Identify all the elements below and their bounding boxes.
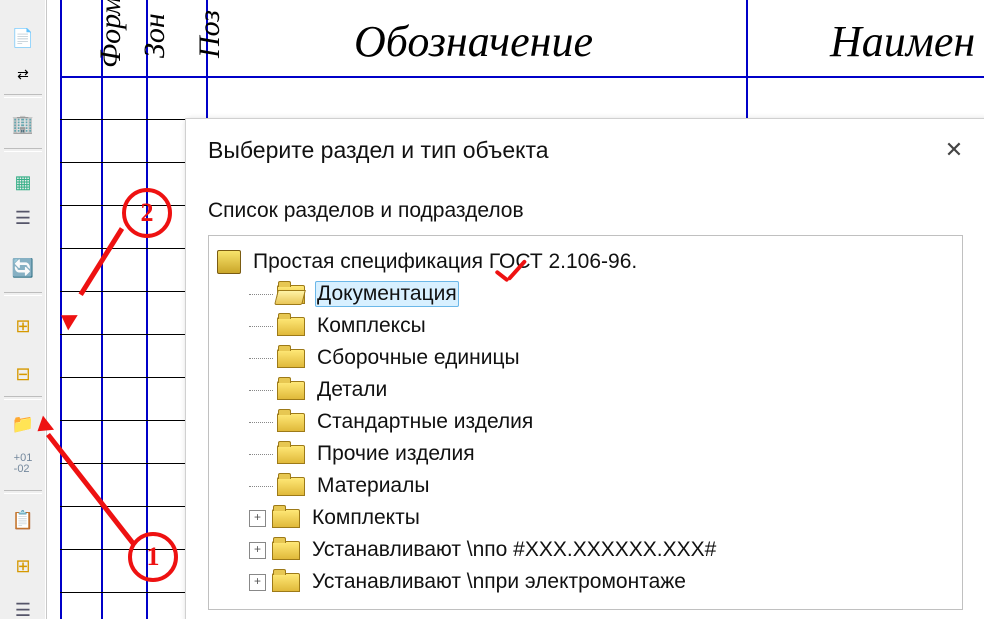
tree-item-label: Материалы [315,473,431,499]
hdr-designation: Обозначение [354,16,593,67]
hdr-zone: Зон [138,13,172,58]
tree-item[interactable]: + Устанавливают \nпо #XXX.XXXXXX.XXX# [217,534,954,566]
tool-addrow-icon[interactable]: ⊞ [6,312,40,340]
tool-grid2-icon[interactable]: ⊞ [6,552,40,580]
select-section-dialog: Выберите раздел и тип объекта ✕ Список р… [185,118,984,619]
tool-num-icon[interactable]: +01-02 [6,450,40,478]
tool-rows-icon[interactable]: ☰ [6,204,40,232]
tree-item-label: Стандартные изделия [315,409,535,435]
close-icon[interactable]: ✕ [937,133,971,167]
folder-icon [272,573,300,592]
hdr-position: Поз [193,10,227,58]
tree-item[interactable]: Прочие изделия [217,438,954,470]
row-line [60,76,984,78]
tree-item[interactable]: Стандартные изделия [217,406,954,438]
tree-root-label: Простая спецификация ГОСТ 2.106-96. [251,249,639,275]
tool-addcol-icon[interactable]: ⊟ [6,360,40,388]
tree-item[interactable]: + Устанавливают \nпри электромонтаже [217,566,954,598]
folder-icon [277,349,305,368]
tree-item-label: Документация [315,281,459,307]
toolbar-separator [4,490,42,494]
toolbar-separator [4,94,42,98]
folder-icon [277,317,305,336]
tool-doc-icon[interactable]: 📄 [6,24,40,52]
tree-item-label: Комплекты [310,505,422,531]
folder-icon [272,541,300,560]
folder-icon [272,509,300,528]
vertical-toolbar: 📄 ⇄ 🏢 ▦ ☰ 🔄 ⊞ ⊟ 📁 +01-02 📋 ⊞ ☰ [0,0,47,619]
toolbar-separator [4,396,42,400]
col-line [101,0,103,619]
tree-root[interactable]: Простая спецификация ГОСТ 2.106-96. [217,246,954,278]
dialog-subtitle: Список разделов и подразделов [208,199,524,223]
hdr-format: Форм [94,0,128,68]
dialog-title: Выберите раздел и тип объекта [208,137,549,164]
tool-newfolder-icon[interactable]: 📁 [6,410,40,438]
expander-icon[interactable]: + [249,574,266,591]
folder-icon [277,477,305,496]
expander-icon[interactable]: + [249,510,266,527]
tool-props-icon[interactable]: 🏢 [6,110,40,138]
spec-root-icon [217,250,241,274]
tool-refresh-icon[interactable]: 🔄 [6,254,40,282]
expander-icon[interactable]: + [249,542,266,559]
folder-icon [277,381,305,400]
col-line [60,0,62,619]
tool-list-icon[interactable]: ☰ [6,596,40,619]
tool-grid-icon[interactable]: ▦ [6,168,40,196]
hdr-name: Наимен [830,16,975,67]
folder-icon [277,413,305,432]
col-line [146,0,148,619]
tool-copy-icon[interactable]: 📋 [6,506,40,534]
tree-item-label: Прочие изделия [315,441,477,467]
tree-item[interactable]: + Комплекты [217,502,954,534]
tree-item[interactable]: Детали [217,374,954,406]
tree-item-label: Устанавливают \nпо #XXX.XXXXXX.XXX# [310,537,718,563]
toolbar-separator [4,148,42,152]
tree-item[interactable]: Документация [217,278,954,310]
tree-item[interactable]: Комплексы [217,310,954,342]
tree-item-label: Детали [315,377,389,403]
tool-align-icon[interactable]: ⇄ [6,60,40,88]
folder-icon [277,445,305,464]
section-tree: Простая спецификация ГОСТ 2.106-96. Доку… [208,235,963,610]
tree-item[interactable]: Сборочные единицы [217,342,954,374]
toolbar-separator [4,292,42,296]
tree-item-label: Сборочные единицы [315,345,522,371]
tree-item[interactable]: Материалы [217,470,954,502]
tree-item-label: Комплексы [315,313,428,339]
tree-item-label: Устанавливают \nпри электромонтаже [310,569,688,595]
folder-open-icon [277,285,305,304]
